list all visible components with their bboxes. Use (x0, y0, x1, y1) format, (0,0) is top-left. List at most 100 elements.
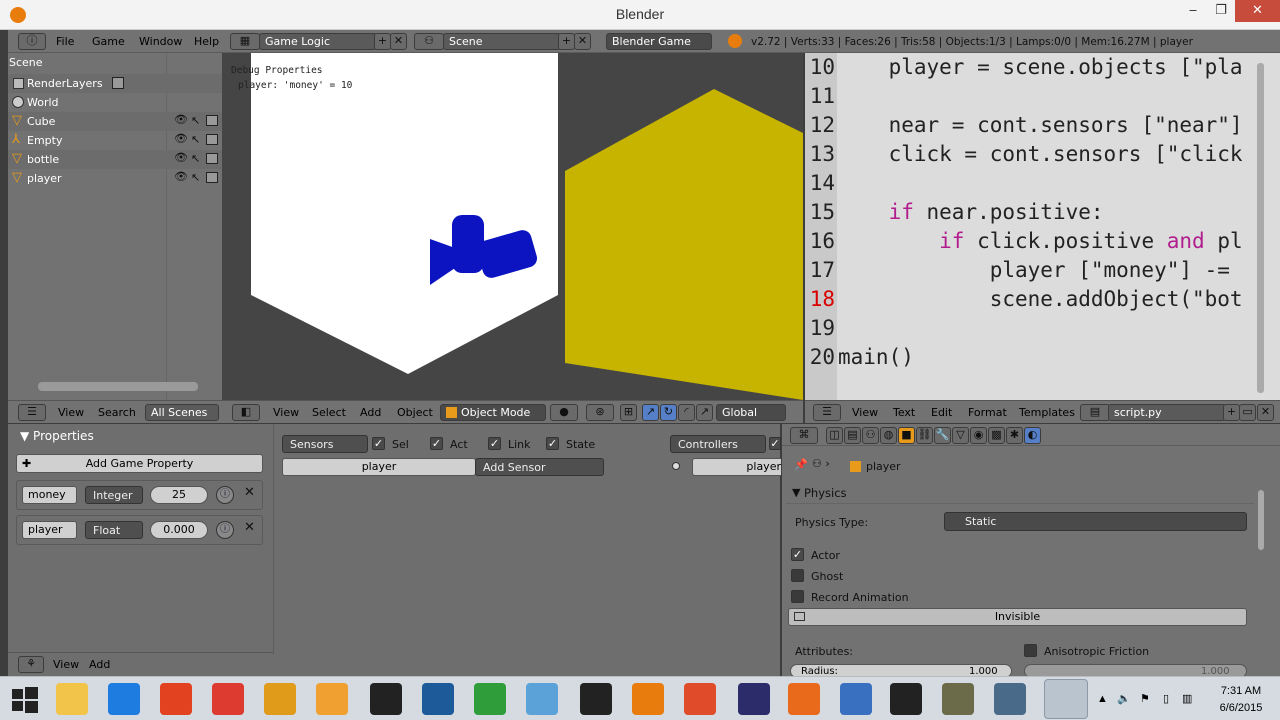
text-format-menu[interactable]: Format (968, 406, 1007, 419)
outliner-filter-dropdown[interactable]: All Scenes (145, 404, 219, 421)
state-checkbox[interactable]: ✓ (546, 437, 559, 450)
headphones-app-icon[interactable] (264, 683, 296, 715)
open-text-icon[interactable]: ▭ (1239, 404, 1256, 421)
layers-tab-icon[interactable]: ▤ (844, 427, 861, 444)
translate-widget-icon[interactable]: ↗ (642, 404, 659, 421)
windows-start-icon[interactable] (8, 683, 40, 715)
outliner-item-scene[interactable]: Scene (8, 53, 222, 72)
visibility-eye-icon[interactable]: 👁 (174, 170, 188, 183)
code-line[interactable]: near = cont.sensors ["near"] (838, 113, 1243, 137)
code-line[interactable]: if near.positive: (838, 200, 1104, 224)
file-explorer-icon[interactable] (56, 683, 88, 715)
clock-date[interactable]: 6/6/2015 (1214, 702, 1268, 714)
battery-icon[interactable]: ▯ (1163, 692, 1169, 705)
link-checkbox[interactable]: ✓ (488, 437, 501, 450)
outliner-item-player[interactable]: ▽ player 👁 ↖ (8, 169, 222, 188)
power-app-icon[interactable] (160, 683, 192, 715)
outliner-item-renderlayers[interactable]: RenderLayers (8, 74, 222, 93)
engine-selector[interactable]: Blender Game (606, 33, 712, 50)
vertical-scrollbar[interactable] (1257, 63, 1264, 393)
remove-layout-icon[interactable]: ✕ (390, 33, 407, 50)
obs-icon[interactable] (580, 683, 612, 715)
logic-view-menu[interactable]: View (53, 658, 79, 671)
viewport-add-menu[interactable]: Add (360, 406, 381, 419)
render-toggle-icon[interactable] (206, 172, 218, 183)
properties-scrollbar[interactable] (1258, 490, 1264, 550)
physics-type-dropdown[interactable]: Static (944, 512, 1247, 531)
text-editor[interactable]: 10 player = scene.objects ["pla 11 12 near… (805, 53, 1280, 400)
editor-type-icon[interactable]: ☰ (813, 404, 841, 421)
physics-section-header[interactable]: ▼ Physics (786, 482, 1254, 504)
select-arrow-icon[interactable]: ↖ (191, 171, 200, 184)
script-name-field[interactable]: script.py (1108, 404, 1226, 421)
render-toggle-icon[interactable] (206, 115, 218, 126)
add-scene-icon[interactable]: + (558, 33, 575, 50)
outliner-search-menu[interactable]: Search (98, 406, 136, 419)
calculator-icon[interactable] (994, 683, 1026, 715)
scene-tab-icon[interactable]: ⚇ (862, 427, 879, 444)
text-browse-icon[interactable]: ▤ (1080, 404, 1110, 421)
volume-icon[interactable]: 🔈 (1117, 692, 1131, 705)
render-toggle-icon[interactable] (206, 134, 218, 145)
sensors-dropdown[interactable]: Sensors (282, 435, 368, 453)
controller-object-button[interactable]: player (692, 458, 781, 476)
data-tab-icon[interactable]: ▽ (952, 427, 969, 444)
pin-icon[interactable]: 📌 (794, 458, 808, 471)
render-tab-icon[interactable]: ◫ (826, 427, 843, 444)
text-edit-menu[interactable]: Edit (931, 406, 952, 419)
inkscape-icon[interactable] (422, 683, 454, 715)
modifiers-tab-icon[interactable]: 🔧 (934, 427, 951, 444)
editor-type-icon[interactable]: ◧ (232, 404, 260, 421)
internet-explorer-icon[interactable] (108, 683, 140, 715)
close-button[interactable]: ✕ (1235, 0, 1280, 22)
visibility-eye-icon[interactable]: 👁 (174, 151, 188, 164)
clock-time[interactable]: 7:31 AM (1218, 685, 1264, 697)
text-templates-menu[interactable]: Templates (1019, 406, 1075, 419)
property-value-field[interactable]: 25 (150, 486, 208, 504)
restore-button[interactable]: ❐ (1206, 0, 1236, 22)
code-line[interactable]: main() (838, 345, 914, 369)
outliner-item-bottle[interactable]: ▽ bottle 👁 ↖ (8, 150, 222, 169)
chrome-icon[interactable] (212, 683, 244, 715)
epic-games-icon[interactable] (890, 683, 922, 715)
logic-add-menu[interactable]: Add (89, 658, 110, 671)
record-animation-checkbox[interactable] (791, 590, 804, 603)
code-line[interactable]: if click.positive and pl (838, 229, 1242, 253)
anisotropic-checkbox[interactable] (1024, 644, 1037, 657)
code-line[interactable]: click = cont.sensors ["click (838, 142, 1243, 166)
editor-type-icon[interactable]: ⌘ (790, 427, 818, 444)
visibility-eye-icon[interactable]: 👁 (174, 132, 188, 145)
ghost-checkbox[interactable] (791, 569, 804, 582)
outliner-item-empty[interactable]: ⅄ Empty 👁 ↖ (8, 131, 222, 150)
manipulator-toggle-icon[interactable]: ⊞ (620, 404, 637, 421)
transform-orientation-icon[interactable]: ↗ (696, 404, 713, 421)
remove-scene-icon[interactable]: ✕ (574, 33, 591, 50)
tray-arrow-icon[interactable]: ▲ (1097, 693, 1108, 705)
collapse-arrow-icon[interactable]: ▼ (20, 429, 33, 443)
sel-checkbox[interactable]: ✓ (372, 437, 385, 450)
menu-game[interactable]: Game (92, 35, 125, 48)
controller-checkbox[interactable]: ✓ (769, 437, 781, 450)
select-arrow-icon[interactable]: ↖ (191, 152, 200, 165)
state-dot-icon[interactable] (672, 462, 680, 470)
outliner-item-world[interactable]: World (8, 93, 222, 112)
unlink-text-icon[interactable]: ✕ (1257, 404, 1274, 421)
object-tab-icon[interactable]: ■ (898, 427, 915, 444)
outliner-view-menu[interactable]: View (58, 406, 84, 419)
visibility-eye-icon[interactable]: 👁 (174, 113, 188, 126)
texture-tab-icon[interactable]: ▩ (988, 427, 1005, 444)
screen-layout-field[interactable]: Game Logic (259, 33, 377, 50)
viewport-view-menu[interactable]: View (273, 406, 299, 419)
material-tab-icon[interactable]: ◉ (970, 427, 987, 444)
editor-type-icon[interactable]: ⓘ (18, 33, 46, 50)
select-arrow-icon[interactable]: ↖ (191, 133, 200, 146)
unity-icon[interactable] (370, 683, 402, 715)
rotate-widget-icon[interactable]: ↻ (660, 404, 677, 421)
constraints-tab-icon[interactable]: ⛓ (916, 427, 933, 444)
select-arrow-icon[interactable]: ↖ (191, 114, 200, 127)
outliner-item-cube[interactable]: ▽ Cube 👁 ↖ (8, 112, 222, 131)
scale-widget-icon[interactable]: ◜ (678, 404, 695, 421)
blender-icon[interactable] (632, 683, 664, 715)
text-text-menu[interactable]: Text (893, 406, 915, 419)
world-tab-icon[interactable]: ◍ (880, 427, 897, 444)
